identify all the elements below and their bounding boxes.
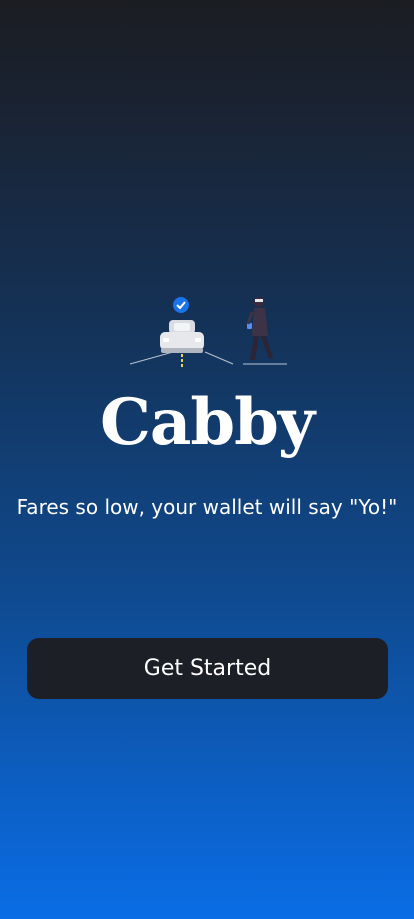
passenger-icon (246, 297, 273, 360)
hero-illustration (0, 292, 414, 372)
road-line-right (204, 351, 234, 365)
road-dash (181, 354, 183, 357)
app-tagline: Fares so low, your wallet will say "Yo!" (16, 495, 398, 519)
taxi-illustration (129, 297, 287, 367)
car-icon (160, 320, 204, 353)
app-title: Cabby (99, 385, 315, 460)
road-dash (181, 364, 183, 367)
road-dash (181, 359, 183, 362)
onboarding-screen: Cabby Fares so low, your wallet will say… (0, 0, 414, 919)
check-badge-icon (173, 297, 189, 313)
road-line-left (129, 351, 174, 365)
get-started-button[interactable]: Get Started (27, 638, 388, 699)
